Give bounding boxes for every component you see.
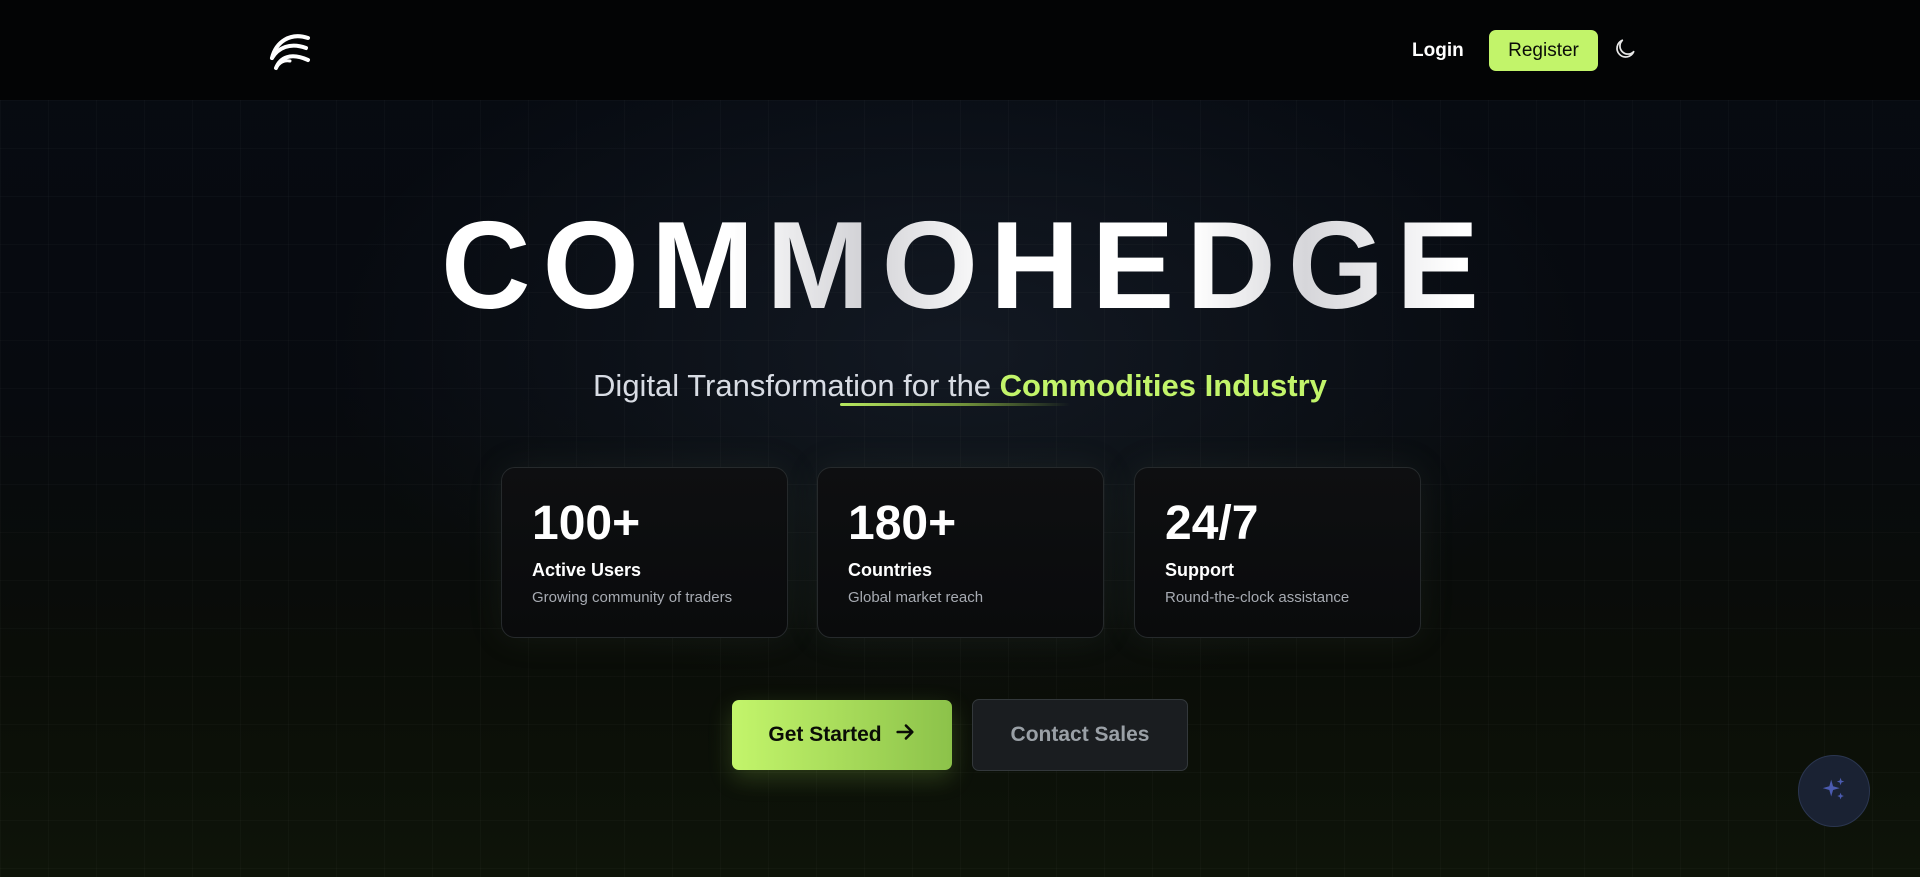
stat-card-countries: 180+ Countries Global market reach <box>817 467 1104 638</box>
stat-card-support: 24/7 Support Round-the-clock assistance <box>1134 467 1421 638</box>
top-navbar: Login Register <box>0 0 1920 100</box>
stat-value: 24/7 <box>1165 497 1259 550</box>
moon-icon[interactable] <box>1612 36 1638 62</box>
brand-logo-icon[interactable] <box>268 28 312 72</box>
stat-description: Round-the-clock assistance <box>1165 589 1350 606</box>
get-started-label: Get Started <box>768 723 882 746</box>
register-button[interactable]: Register <box>1489 30 1598 71</box>
stat-label: Support <box>1165 560 1234 580</box>
stat-description: Global market reach <box>848 589 984 606</box>
contact-sales-button[interactable]: Contact Sales <box>972 699 1188 771</box>
login-link[interactable]: Login <box>1404 30 1472 72</box>
stat-label: Countries <box>848 560 933 580</box>
subtitle-underline <box>840 403 1070 406</box>
get-started-button[interactable]: Get Started <box>732 700 952 770</box>
arrow-right-icon <box>894 721 916 749</box>
hero-title: COMMOHEDGE <box>0 198 1920 334</box>
stat-value: 180+ <box>848 497 957 550</box>
stat-value: 100+ <box>532 497 641 550</box>
hero-subtitle: Digital Transformation for the Commoditi… <box>0 366 1920 406</box>
stat-description: Growing community of traders <box>532 589 733 606</box>
stat-label: Active Users <box>532 560 642 580</box>
subtitle-text: Digital Transformation for the <box>593 368 1000 403</box>
ai-assistant-button[interactable] <box>1798 755 1870 827</box>
subtitle-accent-text: Commodities Industry <box>999 368 1327 403</box>
sparkles-icon <box>1819 774 1849 809</box>
stat-card-users: 100+ Active Users Growing community of t… <box>501 467 788 638</box>
